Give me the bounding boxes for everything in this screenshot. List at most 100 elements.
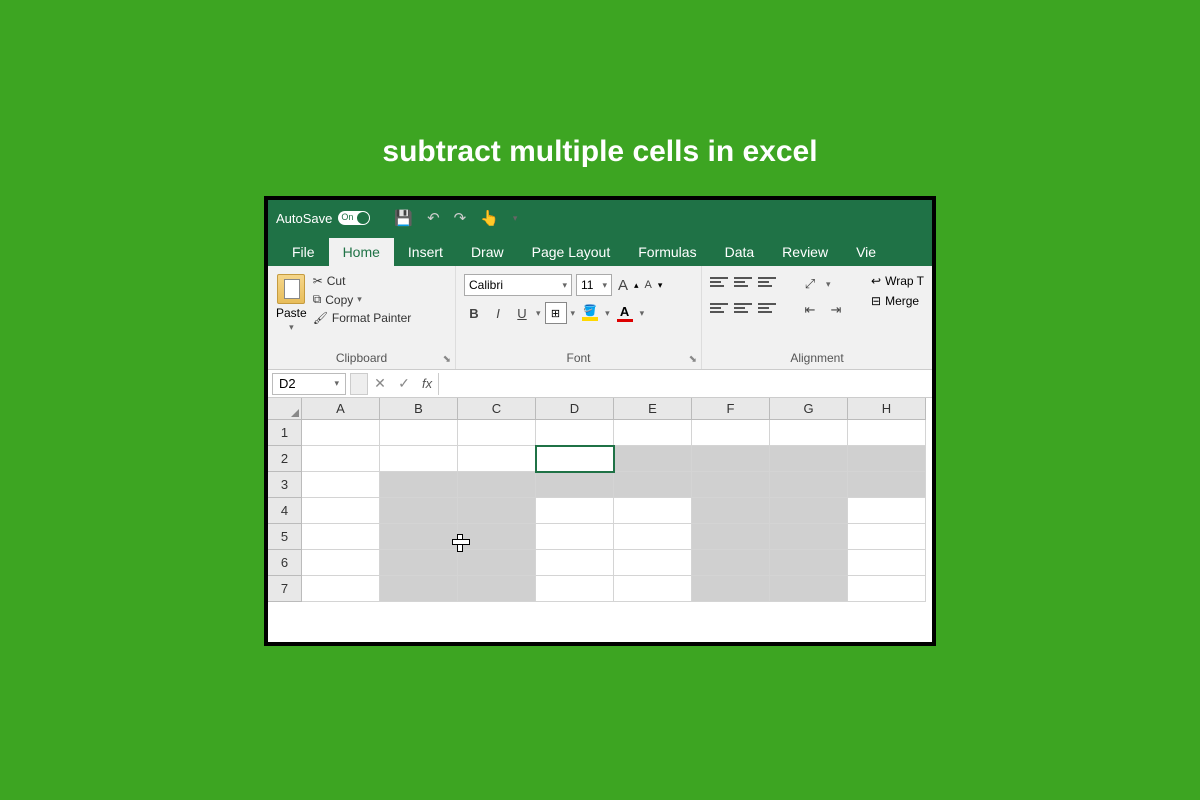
cell[interactable]: [536, 472, 614, 498]
cell[interactable]: [458, 524, 536, 550]
col-header-a[interactable]: A: [302, 398, 380, 420]
cell[interactable]: [614, 550, 692, 576]
cell[interactable]: [848, 524, 926, 550]
cell[interactable]: [458, 576, 536, 602]
cell[interactable]: [536, 420, 614, 446]
cell[interactable]: [536, 550, 614, 576]
borders-button[interactable]: ⊞: [545, 302, 567, 324]
tab-view[interactable]: Vie: [842, 238, 890, 266]
cell[interactable]: [458, 550, 536, 576]
cell[interactable]: [848, 420, 926, 446]
align-top-button[interactable]: [710, 277, 728, 291]
format-painter-button[interactable]: 🖌Format Painter: [313, 311, 412, 325]
italic-button[interactable]: I: [488, 303, 508, 323]
wrap-text-button[interactable]: ↩Wrap T: [871, 274, 924, 288]
col-header-e[interactable]: E: [614, 398, 692, 420]
toggle-switch[interactable]: On: [338, 211, 370, 225]
chevron-down-icon[interactable]: ▾: [826, 279, 831, 290]
cell[interactable]: [536, 498, 614, 524]
chevron-down-icon[interactable]: ▾: [605, 308, 610, 319]
cell[interactable]: [380, 576, 458, 602]
name-box-expand[interactable]: [350, 373, 368, 395]
cell[interactable]: [848, 446, 926, 472]
tab-draw[interactable]: Draw: [457, 238, 518, 266]
cell[interactable]: [536, 524, 614, 550]
row-header-6[interactable]: 6: [268, 550, 302, 576]
paste-dropdown-icon[interactable]: ▾: [289, 322, 294, 333]
cell[interactable]: [380, 472, 458, 498]
align-center-button[interactable]: [734, 303, 752, 317]
select-all-corner[interactable]: [268, 398, 302, 420]
chevron-down-icon[interactable]: ▾: [640, 308, 645, 319]
merge-button[interactable]: ⊟Merge: [871, 294, 924, 308]
autosave-toggle[interactable]: AutoSave On: [276, 211, 370, 226]
paste-button[interactable]: Paste ▾: [276, 270, 307, 349]
chevron-down-icon[interactable]: ▾: [571, 308, 576, 319]
increase-font-button[interactable]: A: [616, 277, 630, 294]
undo-icon[interactable]: ↶: [427, 209, 440, 227]
cell[interactable]: [692, 550, 770, 576]
increase-indent-button[interactable]: ⇥: [826, 300, 846, 320]
cell[interactable]: [302, 550, 380, 576]
cell[interactable]: [614, 524, 692, 550]
tab-insert[interactable]: Insert: [394, 238, 457, 266]
col-header-d[interactable]: D: [536, 398, 614, 420]
underline-button[interactable]: U: [512, 303, 532, 323]
decrease-indent-button[interactable]: ⇤: [800, 300, 820, 320]
cell[interactable]: [302, 420, 380, 446]
cell[interactable]: [770, 524, 848, 550]
row-header-1[interactable]: 1: [268, 420, 302, 446]
cell[interactable]: [458, 420, 536, 446]
cell[interactable]: [848, 498, 926, 524]
align-bottom-button[interactable]: [758, 277, 776, 291]
tab-page-layout[interactable]: Page Layout: [518, 238, 625, 266]
row-header-2[interactable]: 2: [268, 446, 302, 472]
row-header-4[interactable]: 4: [268, 498, 302, 524]
cell[interactable]: [614, 420, 692, 446]
redo-icon[interactable]: ↷: [454, 209, 467, 227]
orientation-button[interactable]: ⤢: [800, 274, 820, 294]
cell[interactable]: [380, 420, 458, 446]
cells-area[interactable]: [302, 420, 926, 602]
cell[interactable]: [692, 576, 770, 602]
cell[interactable]: [770, 550, 848, 576]
col-header-f[interactable]: F: [692, 398, 770, 420]
touch-mode-icon[interactable]: 👆: [480, 209, 499, 227]
chevron-down-icon[interactable]: ▾: [536, 308, 541, 319]
fx-button[interactable]: fx: [416, 376, 438, 391]
cell[interactable]: [692, 420, 770, 446]
cell[interactable]: [458, 472, 536, 498]
cell[interactable]: [302, 446, 380, 472]
cell[interactable]: [614, 498, 692, 524]
cell[interactable]: [770, 446, 848, 472]
cell[interactable]: [380, 498, 458, 524]
clipboard-launcher-icon[interactable]: ⬊: [443, 354, 451, 365]
cell[interactable]: [614, 576, 692, 602]
decrease-font-button[interactable]: A: [643, 279, 654, 291]
save-icon[interactable]: 💾: [394, 209, 413, 227]
cell-active-d2[interactable]: [536, 446, 614, 472]
cell[interactable]: [302, 472, 380, 498]
cell[interactable]: [692, 446, 770, 472]
cell[interactable]: [770, 420, 848, 446]
row-header-5[interactable]: 5: [268, 524, 302, 550]
tab-home[interactable]: Home: [329, 238, 394, 266]
cell[interactable]: [692, 524, 770, 550]
cell[interactable]: [458, 446, 536, 472]
cell[interactable]: [692, 472, 770, 498]
cell[interactable]: [848, 472, 926, 498]
cell[interactable]: [848, 550, 926, 576]
cell[interactable]: [770, 498, 848, 524]
copy-button[interactable]: ⧉Copy ▾: [313, 292, 412, 307]
font-name-select[interactable]: Calibri▾: [464, 274, 572, 296]
align-left-button[interactable]: [710, 303, 728, 317]
font-size-select[interactable]: 11▾: [576, 274, 612, 296]
col-header-b[interactable]: B: [380, 398, 458, 420]
row-header-3[interactable]: 3: [268, 472, 302, 498]
tab-formulas[interactable]: Formulas: [624, 238, 710, 266]
tab-data[interactable]: Data: [711, 238, 769, 266]
row-header-7[interactable]: 7: [268, 576, 302, 602]
cell[interactable]: [302, 498, 380, 524]
cell[interactable]: [302, 524, 380, 550]
name-box[interactable]: D2▾: [272, 373, 346, 395]
